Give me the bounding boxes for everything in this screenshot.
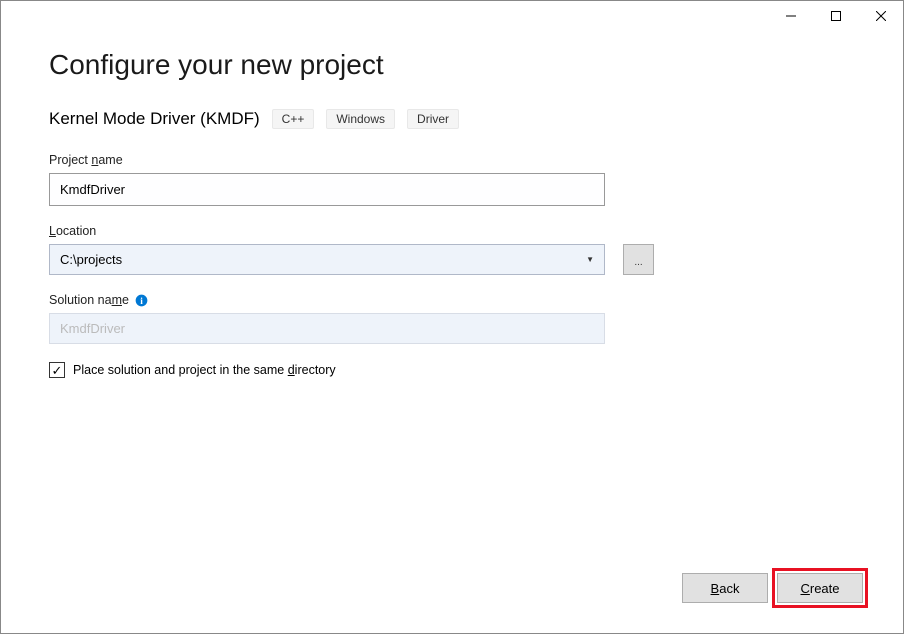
location-value: C:\projects: [60, 252, 586, 267]
chevron-down-icon: ▼: [586, 255, 594, 264]
solution-name-group: Solution name i KmdfDriver: [49, 293, 855, 344]
close-icon: [876, 11, 886, 21]
tag-windows: Windows: [326, 109, 395, 129]
same-directory-row: ✓ Place solution and project in the same…: [49, 362, 855, 378]
browse-location-button[interactable]: ...: [623, 244, 654, 275]
minimize-button[interactable]: [768, 1, 813, 31]
maximize-icon: [831, 11, 841, 21]
template-name: Kernel Mode Driver (KMDF): [49, 109, 260, 129]
project-name-group: Project name: [49, 153, 855, 206]
maximize-button[interactable]: [813, 1, 858, 31]
same-directory-label[interactable]: Place solution and project in the same d…: [73, 363, 336, 377]
close-button[interactable]: [858, 1, 903, 31]
project-name-label: Project name: [49, 153, 855, 167]
location-combobox[interactable]: C:\projects ▼: [49, 244, 605, 275]
page-title: Configure your new project: [49, 49, 855, 81]
minimize-icon: [786, 11, 796, 21]
location-label: Location: [49, 224, 855, 238]
checkmark-icon: ✓: [52, 364, 63, 377]
tag-cpp: C++: [272, 109, 315, 129]
back-button[interactable]: Back: [682, 573, 768, 603]
svg-text:i: i: [140, 296, 143, 306]
same-directory-checkbox[interactable]: ✓: [49, 362, 65, 378]
solution-name-input: KmdfDriver: [49, 313, 605, 344]
project-name-input[interactable]: [49, 173, 605, 206]
solution-name-label: Solution name: [49, 293, 129, 307]
create-button[interactable]: Create: [777, 573, 863, 603]
tag-driver: Driver: [407, 109, 459, 129]
info-icon[interactable]: i: [135, 294, 148, 307]
template-row: Kernel Mode Driver (KMDF) C++ Windows Dr…: [49, 109, 855, 129]
location-group: Location C:\projects ▼ ...: [49, 224, 855, 275]
window-titlebar: [768, 1, 903, 31]
dialog-footer: Back Create: [682, 573, 863, 603]
